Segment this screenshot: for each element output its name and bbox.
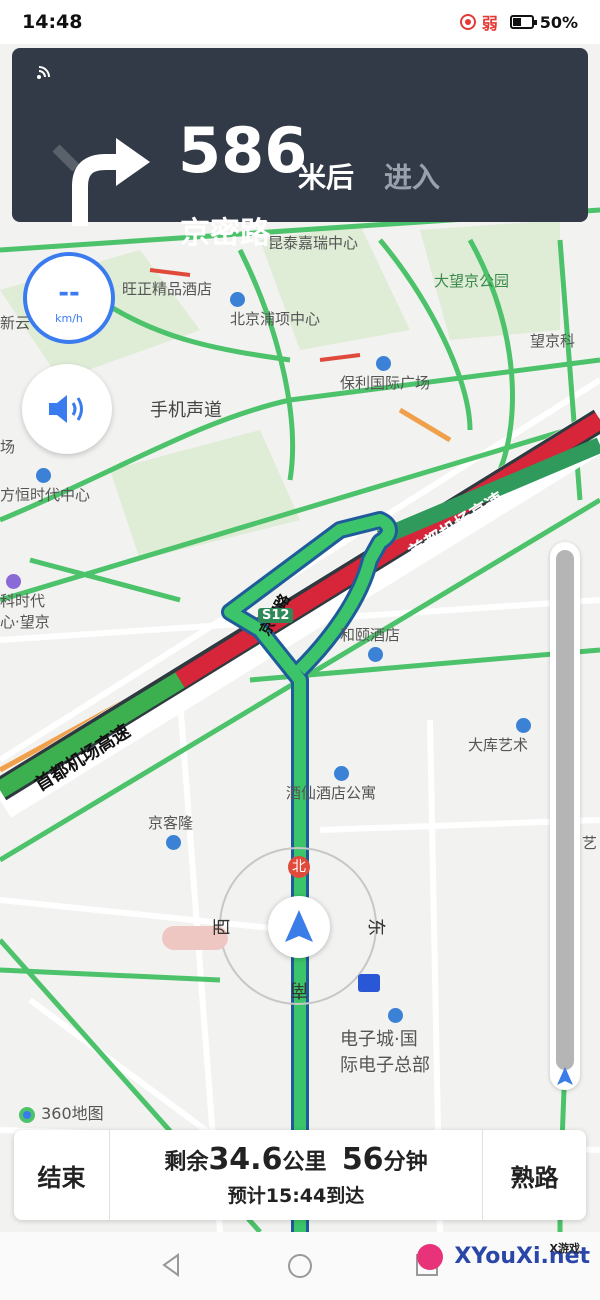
map-zoom-scrollbar[interactable] — [550, 542, 580, 1090]
poi-jiuxian-hotel[interactable]: 酒仙酒店公寓 — [286, 764, 376, 803]
shop-icon — [166, 835, 181, 850]
brand-label: 360地图 — [41, 1104, 104, 1123]
next-road-name: 京密路 — [180, 216, 270, 251]
road-shield-s12: S12 — [258, 608, 294, 623]
poi-kuntai[interactable]: 昆泰嘉瑞中心 — [268, 232, 358, 253]
poi-dianzicheng[interactable]: 电子城·国 际电子总部 — [340, 1004, 430, 1077]
poi-keshidai[interactable]: 科时代 心·望京 — [0, 572, 50, 632]
poi-edge-left-2: 场 — [0, 438, 16, 456]
building-icon — [388, 1007, 403, 1023]
speed-unit: km/h — [55, 312, 83, 325]
briefcase-icon[interactable] — [358, 974, 380, 992]
eta-text: 预计15:44到达 — [227, 1185, 365, 1207]
remaining-summary: 剩余34.6公里 56分钟 — [110, 1142, 482, 1177]
battery-icon — [509, 15, 537, 29]
compass-south: 南 — [290, 979, 308, 1000]
brand-icon — [19, 1106, 35, 1123]
shop-icon — [6, 574, 21, 589]
building-icon — [36, 468, 51, 483]
poi-label: 方恒时代中心 — [0, 486, 91, 504]
poi-daku-art[interactable]: 大库艺术 — [468, 716, 534, 755]
poi-jingkelong[interactable]: 京客隆 — [148, 812, 193, 851]
poi-label: 电子城·国 — [340, 1029, 418, 1050]
status-time: 14:48 — [22, 11, 83, 33]
map-brand-logo: 360地图 — [18, 1100, 104, 1124]
remaining-time: 56 — [341, 1142, 384, 1177]
poi-label-2: 心·望京 — [0, 613, 50, 631]
poi-wangzheng-hotel[interactable]: 旺正精品酒店 — [122, 278, 212, 299]
poi-label-2: 际电子总部 — [340, 1055, 430, 1076]
battery-level: 50% — [539, 12, 578, 32]
poi-label: 保利国际广场 — [340, 374, 431, 392]
poi-label: 科时代 — [0, 592, 46, 610]
poi-label: 和颐酒店 — [340, 626, 401, 644]
site-watermark: X游戏 XYouXi.net — [416, 1242, 590, 1270]
trip-summary-bar: 结束 剩余34.6公里 56分钟 预计15:44到达 熟路 — [14, 1130, 586, 1220]
turn-distance: 586 — [178, 114, 308, 187]
poi-fangheng[interactable]: 方恒时代中心 — [0, 466, 90, 505]
remaining-prefix: 剩余 — [164, 1150, 209, 1175]
hotel-icon — [368, 647, 383, 662]
remaining-distance: 34.6 — [208, 1142, 283, 1177]
poi-dawangjing-park[interactable]: 大望京公园 — [434, 270, 509, 291]
speed-value: -- — [58, 278, 80, 308]
signal-label: 弱 — [481, 14, 498, 33]
scrollbar-track[interactable] — [556, 550, 574, 1070]
distance-unit: 公里 — [282, 1150, 327, 1175]
building-icon — [376, 356, 391, 371]
turn-action: 进入 — [384, 161, 441, 194]
trip-info[interactable]: 剩余34.6公里 56分钟 预计15:44到达 — [110, 1130, 482, 1220]
poi-wangjing-tech[interactable]: 望京科 — [530, 330, 575, 351]
back-icon[interactable] — [158, 1252, 184, 1282]
locate-arrow-icon[interactable] — [553, 1064, 577, 1092]
museum-icon — [516, 718, 531, 733]
status-right: 弱 50% — [459, 10, 578, 34]
poi-edge-right: 艺 — [582, 834, 598, 852]
compass-north: 北 — [288, 856, 310, 878]
volume-button[interactable] — [22, 364, 112, 454]
poi-label: 大库艺术 — [468, 736, 529, 754]
speedometer: -- km/h — [23, 252, 115, 344]
signal-icon — [459, 14, 476, 30]
current-location-marker — [268, 896, 330, 958]
poi-label: 北京浦项中心 — [230, 310, 321, 328]
home-icon[interactable] — [286, 1252, 314, 1284]
poi-posco-center[interactable]: 北京浦项中心 — [230, 290, 320, 329]
status-bar: 14:48 弱 50% — [0, 0, 600, 44]
turn-right-arrow-icon — [52, 126, 152, 230]
street-label-phone: 手机声道 — [150, 400, 222, 421]
poi-label: 酒仙酒店公寓 — [286, 784, 377, 802]
familiar-route-button[interactable]: 熟路 — [482, 1130, 586, 1220]
poi-label: 京客隆 — [148, 814, 194, 832]
gps-signal-icon — [36, 66, 52, 84]
turn-guidance-panel[interactable]: 586 米后 进入 京密路 — [12, 48, 588, 251]
end-navigation-button[interactable]: 结束 — [14, 1130, 110, 1220]
compass-west: 西 — [212, 918, 233, 936]
poi-heyi-hotel[interactable]: 和颐酒店 — [340, 624, 400, 663]
poi-poly-plaza[interactable]: 保利国际广场 — [340, 354, 430, 393]
watermark-tag: X游戏 — [549, 1242, 580, 1255]
building-icon — [230, 292, 245, 307]
gamepad-icon — [416, 1244, 443, 1270]
turn-distance-unit: 米后 — [298, 161, 355, 194]
navigation-arrow-icon — [285, 910, 313, 942]
time-unit: 分钟 — [383, 1150, 428, 1175]
speaker-icon — [49, 395, 83, 423]
compass-east: 东 — [365, 918, 386, 936]
hotel-icon — [334, 766, 349, 781]
